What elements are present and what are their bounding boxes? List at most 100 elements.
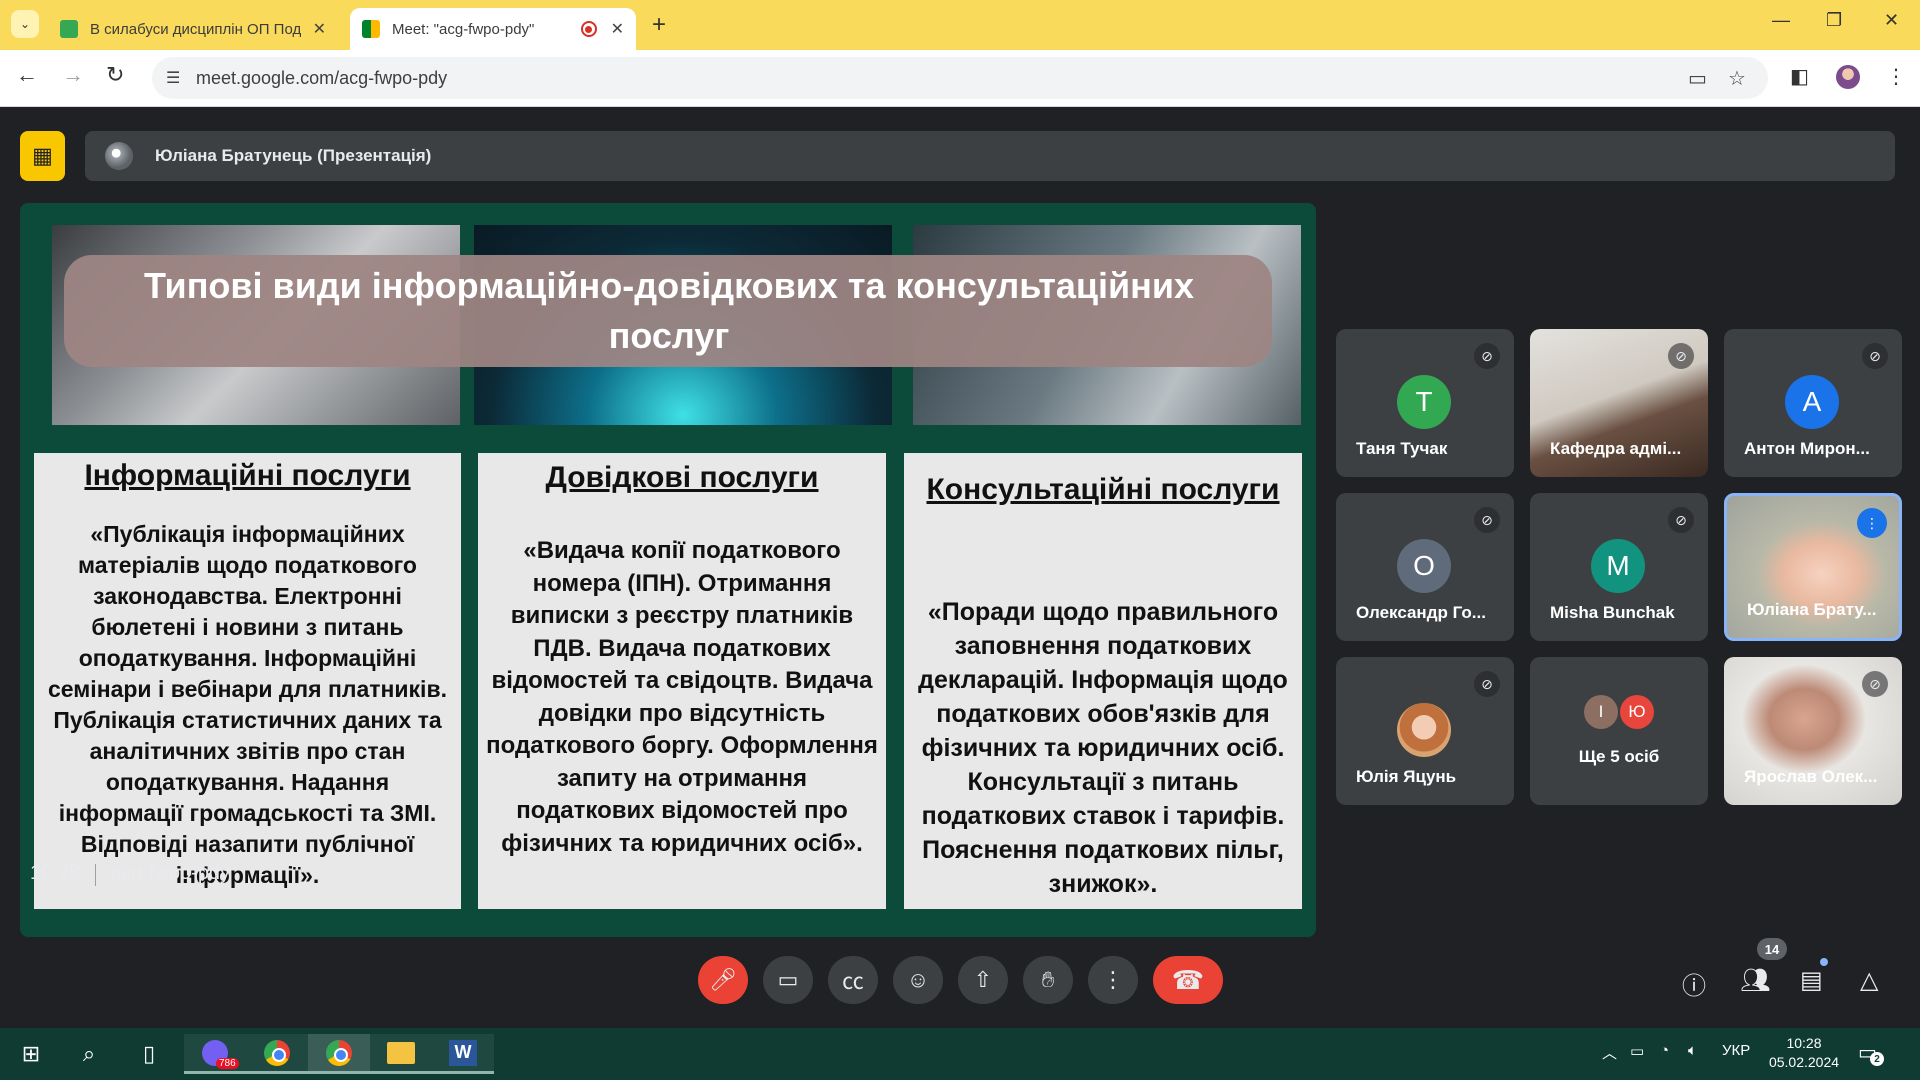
notifications-icon[interactable]: ▭ 2	[1858, 1040, 1886, 1066]
participant-name: Олександр Го...	[1356, 603, 1486, 622]
notifications-count: 2	[1870, 1052, 1884, 1066]
restore-icon[interactable]: ❐	[1826, 10, 1842, 31]
sheets-favicon-icon	[60, 20, 78, 38]
close-window-icon[interactable]: ✕	[1884, 10, 1899, 31]
reactions-button[interactable]: ☺	[893, 956, 943, 1004]
recording-icon	[580, 21, 597, 37]
input-language[interactable]: УКР	[1722, 1042, 1750, 1059]
tab-meet[interactable]: Meet: "acg-fwpo-pdy" ✕	[350, 8, 636, 50]
participant-tile[interactable]: ⊘ Ярослав Олек...	[1724, 657, 1902, 805]
mic-off-icon: ⊘	[1668, 507, 1694, 533]
captions-button[interactable]: ㏄	[828, 956, 878, 1004]
camera-permission-icon[interactable]: ▭	[1688, 66, 1707, 91]
column-text: «Видача копії податкового номера (ІПН). …	[486, 537, 878, 857]
tray-overflow-icon[interactable]: ︿	[1602, 1042, 1617, 1063]
participant-tile[interactable]: ⊘ Кафедра адмі...	[1530, 329, 1708, 477]
slide-title: Типові види інформаційно-довідкових та к…	[143, 265, 1195, 356]
tab-strip: ⌄ В силабуси дисциплін ОП Под ✕ Meet: "a…	[0, 0, 1920, 50]
mic-off-icon: ⊘	[1862, 671, 1888, 697]
windows-start-icon[interactable]: ⊞	[0, 1034, 62, 1074]
participant-name: Антон Мирон...	[1744, 439, 1870, 458]
mic-off-button[interactable]: 🎤︎	[698, 956, 748, 1004]
battery-icon[interactable]: ▭	[1630, 1042, 1644, 1060]
viber-badge: 786	[216, 1058, 239, 1069]
chrome-app-icon-active[interactable]	[308, 1034, 370, 1074]
participant-tile-active-speaker[interactable]: ⋮ Юліана Брату...	[1724, 493, 1902, 641]
presenter-avatar	[105, 142, 133, 170]
mic-off-icon: ⊘	[1474, 343, 1500, 369]
tab-search-button[interactable]: ⌄	[11, 10, 39, 38]
meet-area: ▦ Юліана Братунець (Презентація) Типові …	[0, 108, 1920, 1028]
file-explorer-icon[interactable]	[370, 1034, 432, 1074]
participant-tile[interactable]: А ⊘ Антон Мирон...	[1724, 329, 1902, 477]
participant-avatar: Ю	[1620, 695, 1654, 729]
mic-off-icon: ⊘	[1474, 507, 1500, 533]
more-options-button[interactable]: ⋮	[1088, 956, 1138, 1004]
speaking-indicator-icon: ⋮	[1857, 508, 1887, 538]
more-participants-label: Ще 5 осіб	[1578, 747, 1660, 766]
slide-column-info: Інформаційні послуги «Публікація інформа…	[34, 453, 461, 909]
tab-syllabus[interactable]: В силабуси дисциплін ОП Под ✕	[48, 8, 338, 50]
viber-app-icon[interactable]: 786	[184, 1034, 246, 1074]
chat-icon[interactable]: ▤	[1800, 966, 1823, 995]
volume-icon[interactable]: 🔈︎	[1688, 1042, 1697, 1059]
presenter-name: Юліана Братунець (Презентація)	[155, 146, 432, 165]
word-icon: W	[449, 1039, 477, 1066]
chrome-icon	[264, 1039, 290, 1066]
mic-off-icon: ⊘	[1474, 671, 1500, 697]
slide-column-consulting: Консультаційні послуги «Поради щодо прав…	[904, 453, 1302, 909]
column-heading: Довідкові послуги	[545, 461, 819, 494]
side-panel-icon[interactable]: ◧	[1790, 64, 1809, 89]
participant-tile[interactable]: ⊘ Юлія Яцунь	[1336, 657, 1514, 805]
participant-name: Юлія Яцунь	[1356, 767, 1457, 786]
people-icon[interactable]: 👥︎	[1740, 966, 1770, 995]
close-tab-icon[interactable]: ✕	[611, 19, 624, 39]
column-heading: Інформаційні послуги	[84, 459, 411, 492]
participant-tile[interactable]: M ⊘ Misha Bunchak	[1530, 493, 1708, 641]
word-app-icon[interactable]: W	[432, 1034, 494, 1074]
participant-tile[interactable]: О ⊘ Олександр Го...	[1336, 493, 1514, 641]
minimize-icon[interactable]: —	[1772, 10, 1790, 31]
more-menu-icon[interactable]: ⋮	[1886, 64, 1906, 89]
system-time: 10:28	[1786, 1035, 1822, 1051]
presentation-layout-icon[interactable]: ▦	[20, 131, 65, 181]
close-tab-icon[interactable]: ✕	[313, 19, 326, 39]
site-settings-icon[interactable]: ☰	[166, 68, 180, 88]
reload-icon[interactable]: ↻	[106, 62, 124, 88]
network-icon[interactable]: ◔	[1660, 1042, 1669, 1059]
divider	[95, 864, 96, 886]
meet-favicon-icon	[362, 20, 380, 38]
participant-avatar: M	[1591, 539, 1645, 593]
participant-tile[interactable]: Т ⊘ Таня Тучак	[1336, 329, 1514, 477]
participant-count-badge: 14	[1757, 938, 1787, 960]
meeting-clock: 10:28	[30, 862, 81, 884]
camera-button[interactable]: ▭	[763, 956, 813, 1004]
raise-hand-button[interactable]: ✋︎	[1023, 956, 1073, 1004]
tab-title: Meet: "acg-fwpo-pdy"	[392, 20, 535, 38]
leave-call-button[interactable]: ☎	[1153, 956, 1223, 1004]
participant-name: Таня Тучак	[1356, 439, 1448, 458]
presentation-bar: Юліана Братунець (Презентація)	[85, 131, 1895, 181]
new-tab-button[interactable]: +	[652, 11, 666, 39]
bookmark-star-icon[interactable]: ☆	[1728, 66, 1746, 91]
task-view-icon[interactable]: ▯	[118, 1034, 180, 1074]
column-text: «Публікація інформаційних матеріалів щод…	[48, 521, 447, 888]
profile-avatar[interactable]	[1836, 65, 1860, 89]
forward-icon[interactable]: →	[62, 62, 84, 88]
url-text[interactable]: meet.google.com/acg-fwpo-pdy	[196, 68, 447, 89]
column-heading: Консультаційні послуги	[926, 473, 1280, 506]
address-bar[interactable]: ☰ meet.google.com/acg-fwpo-pdy ▭ ☆	[152, 57, 1768, 99]
back-icon[interactable]: ←	[16, 62, 38, 88]
more-participants-tile[interactable]: І Ю Ще 5 осіб	[1530, 657, 1708, 805]
present-button[interactable]: ⇧	[958, 956, 1008, 1004]
activities-icon[interactable]: △	[1860, 966, 1878, 995]
meeting-info-icon[interactable]: ⓘ	[1682, 966, 1706, 1001]
participant-avatar: І	[1584, 695, 1618, 729]
chrome-app-icon[interactable]	[246, 1034, 308, 1074]
participant-photo	[1397, 703, 1451, 757]
participant-name: Юліана Брату...	[1747, 600, 1877, 619]
system-clock[interactable]: 10:28 05.02.2024	[1762, 1034, 1846, 1072]
tab-title: В силабуси дисциплін ОП Под	[90, 20, 302, 38]
search-icon[interactable]: ⌕	[58, 1034, 120, 1074]
meeting-code: acg-fwpo-pdy	[110, 862, 231, 884]
